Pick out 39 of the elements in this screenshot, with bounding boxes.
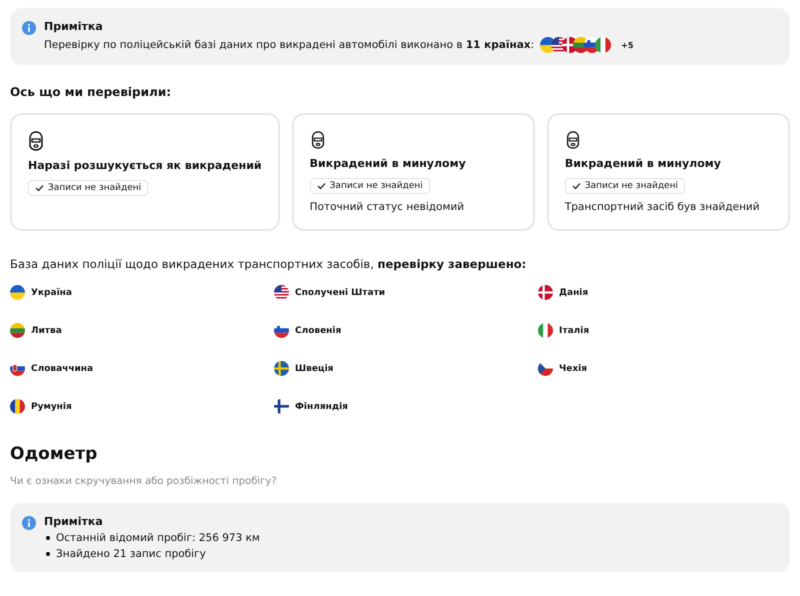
country-name: Словенія (295, 326, 342, 336)
tag-label: Записи не знайдені (584, 181, 678, 191)
balaclava-icon (28, 131, 44, 151)
country-name: Словаччина (31, 364, 94, 374)
note-title: Примітка (44, 20, 104, 33)
section-title: Одометр (10, 444, 98, 464)
more-count: +5 (621, 40, 634, 50)
country-name: Фінляндія (295, 402, 348, 412)
card-title: Наразі розшукується як викрадений (28, 159, 262, 172)
section-heading: Ось що ми перевірили: (10, 85, 172, 99)
country-name: Литва (31, 326, 62, 336)
card-text: Поточний статус невідомий (310, 201, 464, 213)
note-title: Примітка (44, 515, 104, 528)
balaclava-icon (564, 131, 581, 149)
bullet-icon (46, 536, 50, 540)
database-text: База даних поліції щодо викрадених транспортних засобів, перевірку завершено: (10, 257, 528, 271)
country-name: Сполучені Штати (295, 288, 386, 298)
note-item: Знайдено 21 запис пробігу (56, 548, 206, 560)
info-icon (22, 21, 36, 35)
card-title: Викрадений в минулому (564, 157, 721, 170)
tag-label: Записи не знайдені (330, 181, 423, 191)
bullet-icon (46, 552, 50, 556)
note-text: Перевірку по поліцейській базі даних про викрадені автомобілі виконано в 11 країнах: (44, 39, 534, 51)
country-name: Італія (559, 326, 590, 336)
country-name: Румунія (31, 402, 72, 412)
country-name: Швеція (295, 364, 334, 374)
country-name: Україна (31, 288, 72, 298)
note-item: Останній відомий пробіг: 256 973 км (56, 532, 260, 544)
check-icon (35, 184, 44, 192)
check-icon (572, 182, 581, 190)
balaclava-icon (310, 131, 326, 149)
country-name: Чехія (559, 364, 588, 374)
section-subtitle: Чи є ознаки скручування або розбіжності пробігу? (10, 476, 278, 487)
check-icon (316, 182, 326, 190)
card-title: Викрадений в минулому (310, 157, 466, 170)
info-icon (22, 516, 36, 530)
country-name: Данія (559, 288, 588, 298)
card-text: Транспортний засіб був знайдений (564, 201, 760, 213)
tag-label: Записи не знайдені (48, 183, 142, 193)
